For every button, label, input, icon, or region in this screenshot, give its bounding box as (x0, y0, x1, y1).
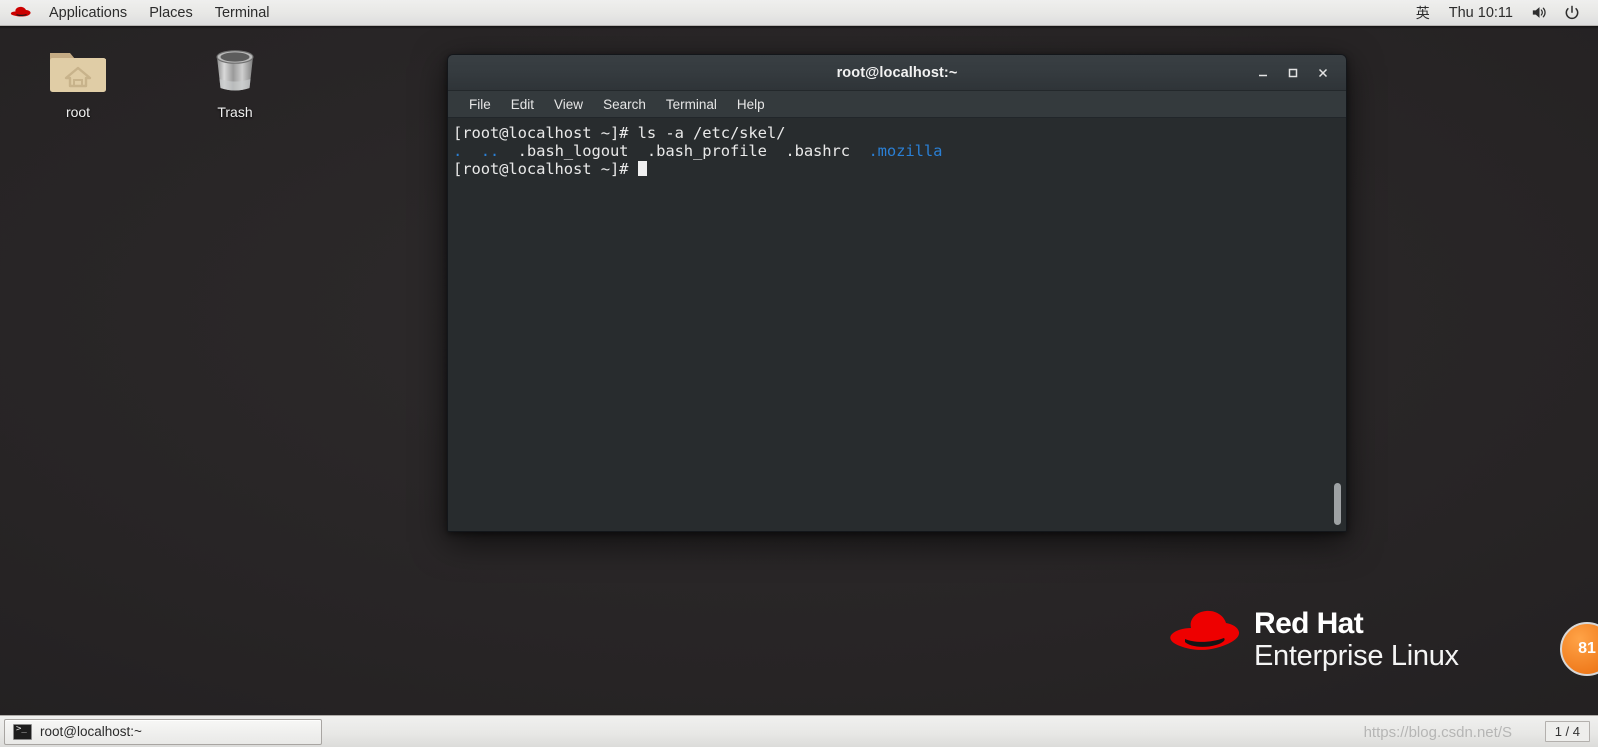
menu-terminal[interactable]: Terminal (657, 94, 726, 115)
maximize-button[interactable] (1278, 60, 1308, 86)
menu-search[interactable]: Search (594, 94, 655, 115)
terminal-line: . .. .bash_logout .bash_profile .bashrc … (453, 142, 1346, 160)
terminal-output: [root@localhost ~]# ls -a /etc/skel/. ..… (453, 124, 1346, 178)
panel-shadow (0, 26, 1598, 29)
volume-icon[interactable] (1523, 0, 1556, 26)
terminal-text: [root@localhost ~]# ls -a /etc/skel/ (453, 124, 786, 142)
taskbar: root@localhost:~ 1 / 4 (0, 715, 1598, 747)
desktop-icon-root[interactable]: root (26, 38, 130, 121)
top-panel-right: 英 Thu 10:11 (1407, 0, 1598, 26)
brand-line-1: Red Hat (1254, 607, 1364, 640)
trash-can-icon (208, 38, 262, 96)
top-panel-left: Applications Places Terminal (0, 0, 281, 26)
terminal-line: [root@localhost ~]# ls -a /etc/skel/ (453, 124, 1346, 142)
terminal-cursor (637, 161, 647, 176)
places-menu[interactable]: Places (138, 0, 204, 26)
terminal-directory-text: .mozilla (868, 142, 943, 160)
terminal-menu[interactable]: Terminal (204, 0, 281, 26)
terminal-scrollbar[interactable] (1332, 118, 1344, 531)
rhel-brand: Red Hat Enterprise Linux (1168, 608, 1459, 673)
terminal-text: .bash_logout .bash_profile .bashrc (499, 142, 869, 160)
terminal-window[interactable]: root@localhost:~ File Edit View Search T… (447, 54, 1347, 532)
terminal-text: [root@localhost ~]# (453, 160, 638, 178)
taskbar-window-button[interactable]: root@localhost:~ (4, 718, 322, 745)
terminal-scrollbar-thumb[interactable] (1334, 483, 1341, 525)
desktop-icon-label: Trash (217, 104, 253, 120)
desktop-icon-label: root (65, 104, 91, 120)
clock[interactable]: Thu 10:11 (1439, 0, 1523, 26)
menu-edit[interactable]: Edit (502, 94, 543, 115)
terminal-line: [root@localhost ~]# (453, 160, 1346, 178)
redhat-fedora-icon (1168, 608, 1240, 667)
desktop-icon-trash[interactable]: Trash (183, 38, 287, 121)
brand-line-2: Enterprise Linux (1254, 640, 1459, 672)
minimize-button[interactable] (1248, 60, 1278, 86)
menu-help[interactable]: Help (728, 94, 774, 115)
window-controls (1248, 60, 1346, 86)
taskbar-right: 1 / 4 (1544, 721, 1598, 742)
terminal-directory-text: .. (480, 142, 500, 160)
applications-menu[interactable]: Applications (38, 0, 138, 26)
taskbar-window-label: root@localhost:~ (40, 724, 142, 739)
terminal-menubar: File Edit View Search Terminal Help (448, 91, 1346, 118)
top-panel: Applications Places Terminal 英 Thu 10:11 (0, 0, 1598, 29)
menu-view[interactable]: View (545, 94, 592, 115)
workspace-switcher[interactable]: 1 / 4 (1544, 721, 1590, 742)
window-title: root@localhost:~ (836, 64, 958, 81)
terminal-titlebar[interactable]: root@localhost:~ (448, 55, 1346, 91)
rhel-brand-text: Red Hat Enterprise Linux (1254, 608, 1459, 673)
terminal-directory-text: . (453, 142, 463, 160)
notification-badge[interactable]: 81 (1560, 622, 1598, 676)
terminal-body[interactable]: [root@localhost ~]# ls -a /etc/skel/. ..… (448, 118, 1346, 531)
menu-file[interactable]: File (460, 94, 500, 115)
terminal-icon (13, 723, 32, 740)
power-icon[interactable] (1556, 0, 1588, 26)
redhat-logo-icon[interactable] (0, 6, 38, 20)
input-method-indicator[interactable]: 英 (1407, 0, 1439, 26)
watermark: https://blog.csdn.net/S (1363, 724, 1512, 741)
home-folder-icon (47, 38, 109, 96)
close-button[interactable] (1308, 60, 1338, 86)
